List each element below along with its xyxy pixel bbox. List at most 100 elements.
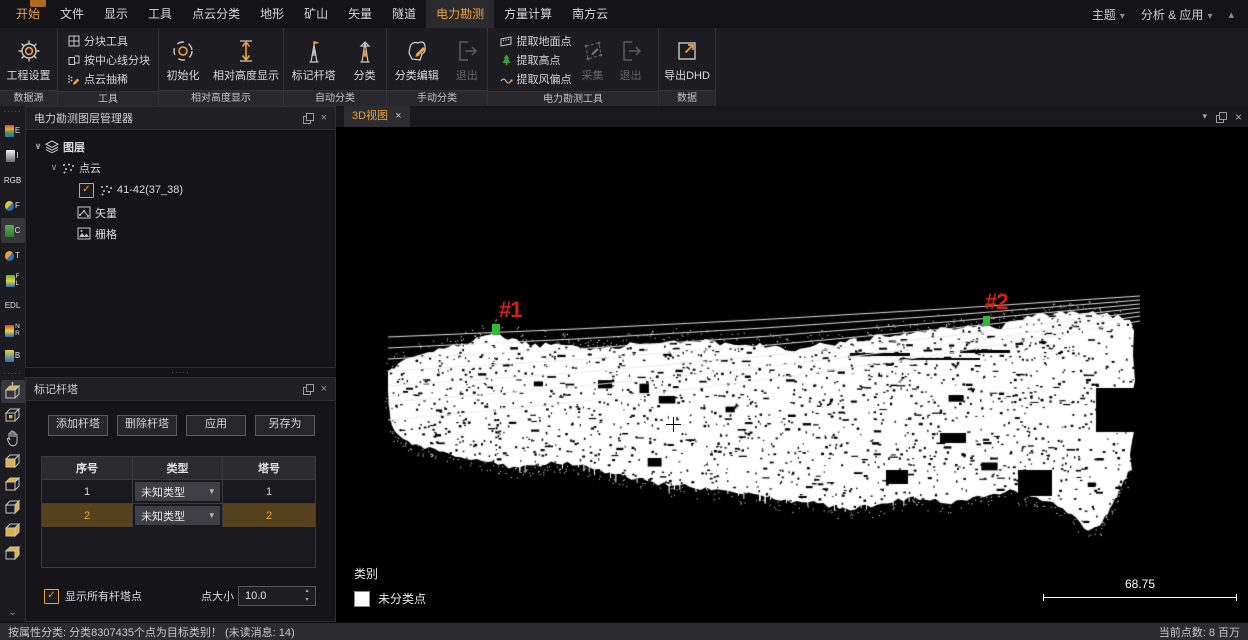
view-front-tool[interactable] bbox=[1, 449, 25, 472]
menu-vector[interactable]: 矢量 bbox=[338, 0, 382, 28]
expand-chevron-icon[interactable]: ∨ bbox=[32, 141, 44, 152]
render-blend-icon[interactable]: F bbox=[1, 193, 25, 218]
legend-item: 未分类点 bbox=[354, 590, 426, 607]
ribbon-group-manual-classify: 分类编辑 退出 手动分类 bbox=[387, 28, 488, 106]
view-pin-tool[interactable] bbox=[1, 380, 25, 403]
spin-up-icon[interactable]: ▴ bbox=[301, 587, 313, 596]
relative-height-display-button[interactable]: 相对高度显示 bbox=[213, 29, 279, 89]
point-size-stepper[interactable]: ▴ ▾ bbox=[238, 586, 316, 606]
export-dhd-button[interactable]: 导出DHD bbox=[663, 29, 711, 89]
extract-ground-points-button[interactable]: 提取地面点 bbox=[499, 31, 572, 50]
tree-icon bbox=[499, 53, 514, 66]
tower-label-1: #1 bbox=[499, 299, 521, 321]
tower-marker-1[interactable] bbox=[492, 324, 500, 335]
menu-mining[interactable]: 矿山 bbox=[294, 0, 338, 28]
menu-volume-calc[interactable]: 方量计算 bbox=[494, 0, 562, 28]
menu-pointcloud-classify[interactable]: 点云分类 bbox=[182, 0, 250, 28]
render-band-icon[interactable]: B bbox=[1, 343, 25, 368]
table-row-selected[interactable]: 2 未知类型▾ 2 bbox=[42, 503, 315, 527]
group-label-relative-height: 相对高度显示 bbox=[159, 90, 283, 106]
point-cloud-canvas[interactable] bbox=[336, 127, 1248, 622]
point-size-input[interactable] bbox=[239, 587, 305, 605]
close-panel-icon[interactable]: × bbox=[321, 112, 327, 124]
float-panel-icon[interactable] bbox=[303, 113, 313, 123]
apply-button[interactable]: 应用 bbox=[186, 415, 246, 436]
legend-title: 类别 bbox=[354, 565, 426, 582]
save-as-button[interactable]: 另存为 bbox=[255, 415, 315, 436]
block-tool-button[interactable]: 分块工具 bbox=[66, 31, 150, 50]
tower-type-dropdown[interactable]: 未知类型▾ bbox=[135, 482, 220, 501]
restore-view-icon[interactable] bbox=[1216, 112, 1226, 122]
menu-power-survey[interactable]: 电力勘测 bbox=[426, 0, 494, 28]
delete-tower-button[interactable]: 删除杆塔 bbox=[117, 415, 177, 436]
close-panel-icon[interactable]: × bbox=[321, 383, 327, 395]
render-flightline-icon[interactable]: FL bbox=[1, 268, 25, 293]
view-top-tool[interactable] bbox=[1, 472, 25, 495]
toolbar-drag-handle[interactable]: ····· bbox=[3, 370, 21, 378]
tree-node-pointcloud-item[interactable]: ✓ 41-42(37_38) bbox=[26, 178, 335, 202]
expand-chevron-icon[interactable]: ∨ bbox=[48, 162, 60, 173]
theme-menu[interactable]: 主题▾ bbox=[1092, 6, 1125, 23]
menu-southern-cloud[interactable]: 南方云 bbox=[562, 0, 618, 28]
toolbar-overflow-chevron-icon[interactable]: ⌄ bbox=[8, 607, 16, 618]
panel-splitter[interactable]: ····· bbox=[25, 368, 336, 377]
render-rgb-icon[interactable]: RGB bbox=[1, 168, 25, 193]
mark-tower-button[interactable]: 标记杆塔 bbox=[288, 29, 339, 89]
tower-marker-2[interactable] bbox=[983, 316, 990, 326]
spin-down-icon[interactable]: ▾ bbox=[301, 596, 313, 605]
add-tower-button[interactable]: 添加杆塔 bbox=[48, 415, 108, 436]
tower-type-dropdown[interactable]: 未知类型▾ bbox=[135, 506, 220, 525]
project-settings-button[interactable]: 工程设置 bbox=[7, 29, 51, 89]
scale-value: 68.75 bbox=[1043, 577, 1237, 591]
menu-tunnel[interactable]: 隧道 bbox=[382, 0, 426, 28]
classify-button[interactable]: 分类 bbox=[347, 29, 382, 89]
pan-tool[interactable] bbox=[1, 426, 25, 449]
tab-3d-view[interactable]: 3D视图 × bbox=[344, 106, 410, 127]
render-elevation-icon[interactable]: E bbox=[1, 118, 25, 143]
layer-visibility-checkbox[interactable]: ✓ bbox=[79, 183, 94, 198]
tree-node-vector[interactable]: 矢量 bbox=[26, 202, 335, 223]
tower-label-2: #2 bbox=[985, 291, 1007, 313]
collapse-ribbon-icon[interactable]: ▴ bbox=[1228, 8, 1234, 21]
menu-file[interactable]: 文件 bbox=[50, 0, 94, 28]
tree-node-pointcloud[interactable]: ∨ 点云 bbox=[26, 157, 335, 178]
extract-wind-offset-button[interactable]: 提取风偏点 bbox=[499, 69, 572, 88]
view-left-tool[interactable] bbox=[1, 495, 25, 518]
render-classification-icon[interactable]: C bbox=[1, 218, 25, 243]
initialize-button[interactable]: 初始化 bbox=[163, 29, 203, 89]
layer-panel-titlebar[interactable]: 电力勘测图层管理器 × bbox=[26, 107, 335, 130]
menu-terrain[interactable]: 地形 bbox=[250, 0, 294, 28]
render-intensity-icon[interactable]: I bbox=[1, 143, 25, 168]
float-panel-icon[interactable] bbox=[303, 384, 313, 394]
class-legend: 类别 未分类点 bbox=[354, 565, 426, 607]
close-tab-icon[interactable]: × bbox=[395, 106, 401, 127]
extract-high-points-button[interactable]: 提取高点 bbox=[499, 50, 572, 69]
group-label-data: 数据 bbox=[659, 90, 715, 106]
view-right-tool[interactable] bbox=[1, 518, 25, 541]
tree-node-raster[interactable]: 栅格 bbox=[26, 223, 335, 244]
collect-button: 采集 bbox=[576, 30, 610, 90]
app-logo[interactable] bbox=[30, 0, 46, 7]
tab-list-caret-icon[interactable]: ▾ bbox=[1202, 111, 1207, 122]
render-normal-icon[interactable]: NR bbox=[1, 318, 25, 343]
show-all-towers-checkbox[interactable]: ✓ bbox=[44, 589, 59, 604]
centerline-block-button[interactable]: 按中心线分块 bbox=[66, 50, 150, 69]
toolbar-drag-handle[interactable]: ····· bbox=[3, 108, 21, 116]
legend-label: 未分类点 bbox=[378, 590, 426, 607]
tree-node-layers[interactable]: ∨ 图层 bbox=[26, 136, 335, 157]
point-thinning-button[interactable]: 点云抽稀 bbox=[66, 69, 150, 88]
render-time-icon[interactable]: T bbox=[1, 243, 25, 268]
render-edl-icon[interactable]: EDL bbox=[1, 293, 25, 318]
view-perspective-tool[interactable] bbox=[1, 403, 25, 426]
view-bottom-tool[interactable] bbox=[1, 541, 25, 564]
tower-panel-titlebar[interactable]: 标记杆塔 × bbox=[26, 378, 335, 401]
menu-tools[interactable]: 工具 bbox=[138, 0, 182, 28]
point-size-label: 点大小 bbox=[201, 588, 234, 604]
close-view-icon[interactable]: × bbox=[1235, 110, 1242, 124]
splitter-handle[interactable]: ····· bbox=[171, 369, 189, 377]
analysis-app-menu[interactable]: 分析 & 应用▾ bbox=[1141, 6, 1213, 23]
table-row[interactable]: 1 未知类型▾ 1 bbox=[42, 479, 315, 503]
classify-edit-button[interactable]: 分类编辑 bbox=[391, 29, 443, 89]
menu-display[interactable]: 显示 bbox=[94, 0, 138, 28]
3d-viewport[interactable]: #1 #2 类别 未分类点 68.75 bbox=[336, 127, 1248, 622]
